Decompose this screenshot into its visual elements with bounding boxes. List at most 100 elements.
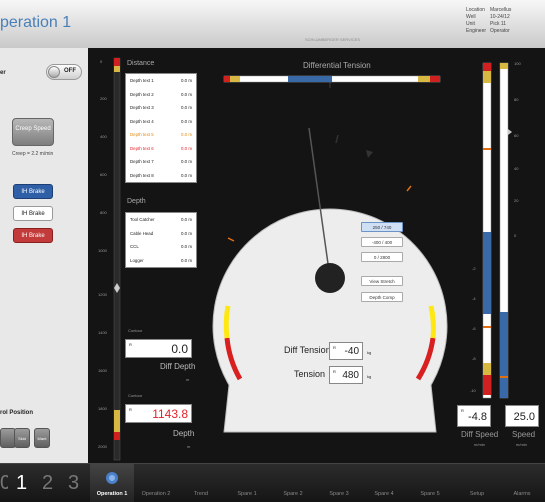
- depth-scale-tick: 400: [100, 134, 107, 139]
- diff-speed-scale-tick: -6: [472, 326, 476, 331]
- ih-brake-button-2[interactable]: IH Brake: [13, 206, 53, 221]
- speed-readout: 25.0: [505, 405, 539, 427]
- speed-bars: [482, 62, 512, 399]
- toggle-state: OFF: [64, 68, 76, 74]
- diff-speed-unit: m/min: [474, 442, 485, 447]
- header-bar: peration 1 SCHLUMBERGER SERVICES Locatio…: [0, 0, 545, 48]
- diff-tension-unit: kg: [367, 350, 372, 355]
- tab-alarms[interactable]: Alarms: [507, 491, 537, 497]
- tab-setup[interactable]: Setup: [462, 491, 492, 497]
- list-item: Depth text 3 0.0 m: [130, 105, 192, 110]
- left-control-panel: er OFF Creep Speed Creep = 2.2 m/min IH …: [0, 48, 88, 463]
- speed-scale-tick: 0: [514, 233, 517, 238]
- header-center-text: SCHLUMBERGER SERVICES: [305, 37, 361, 42]
- depth-panel: 0 200 400 600 800 1000 1200 1400 1600 18…: [88, 48, 200, 463]
- list-item-warning: Depth text 5 0.0 m: [130, 132, 192, 137]
- diff-speed-scale-tick: -8: [472, 356, 476, 361]
- tab-spare-4[interactable]: Spare 4: [369, 491, 399, 497]
- ih-brake-button-1[interactable]: IH Brake: [13, 184, 53, 199]
- tension-gauge-panel: Differential Tension 250 / 740 -400 / 40…: [200, 48, 452, 463]
- tab-spare-3[interactable]: Spare 3: [324, 491, 354, 497]
- depth-scale-tick: 1200: [98, 292, 107, 297]
- diff-depth-label: Diff Depth: [160, 362, 196, 371]
- diff-depth-unit: m: [186, 377, 190, 382]
- diff-speed-label: Diff Speed: [461, 430, 499, 439]
- distance-label: Distance: [127, 60, 155, 67]
- depth-scale-tick: 1600: [98, 368, 107, 373]
- diff-speed-readout: R -4.8: [457, 405, 491, 427]
- depth-label: Depth: [127, 198, 146, 205]
- tab-spare-1[interactable]: Spare 1: [232, 491, 262, 497]
- page-indicator-3[interactable]: 3: [68, 472, 79, 495]
- page-indicator-0[interactable]: 0: [0, 472, 8, 495]
- speed-scale-tick: 20: [514, 198, 519, 203]
- depth-scale-tick: 800: [100, 210, 107, 215]
- tab-operation-1[interactable]: Operation 1: [94, 491, 130, 497]
- list-item-alarm: Depth text 6 0.0 m: [130, 145, 192, 151]
- creep-note: Creep = 2.2 m/min: [12, 151, 54, 157]
- control-position-label: rol Position: [0, 410, 33, 416]
- page-title: peration 1: [0, 14, 72, 31]
- list-item: Depth text 1 0.0 m: [130, 78, 192, 83]
- tension-gauge: [212, 75, 448, 433]
- diff-depth-caption: Contour: [128, 328, 143, 333]
- list-item: Logger 0.0 m: [130, 257, 192, 263]
- diff-speed-value: -4.8: [468, 411, 487, 423]
- view-stretch-button[interactable]: View Stretch: [361, 276, 403, 286]
- info-engineer: Engineer Operator: [466, 28, 510, 34]
- tension-readout: R 480: [329, 366, 363, 384]
- diff-tension-readout: R -40: [329, 342, 363, 360]
- info-location: Location Marcellus: [466, 7, 512, 13]
- speed-unit: m/min: [516, 442, 527, 447]
- list-item: Depth text 4 0.0 m: [130, 118, 192, 124]
- speed-value: 25.0: [513, 411, 535, 423]
- list-item: Depth text 2 0.0 m: [130, 91, 192, 97]
- power-toggle[interactable]: OFF: [46, 64, 82, 80]
- tension-unit: kg: [367, 374, 372, 379]
- tab-operation-2[interactable]: Operation 2: [138, 491, 174, 497]
- creep-speed-button[interactable]: Creep Speed: [12, 118, 54, 146]
- speed-scale-tick: 40: [514, 166, 519, 171]
- depth-scale-tick: 0: [100, 59, 103, 64]
- depth-caption: Contour: [128, 393, 143, 398]
- depth-big-label: Depth: [173, 429, 195, 438]
- diff-speed-scale-tick: -10: [470, 388, 476, 393]
- skid-button[interactable]: Skid: [14, 428, 30, 448]
- list-item: Tool Catcher 0.0 m: [130, 217, 192, 222]
- list-item: CCL 0.0 m: [130, 244, 192, 249]
- depth-comp-button[interactable]: Depth Comp: [361, 292, 403, 302]
- page-indicator-2[interactable]: 2: [42, 472, 53, 495]
- tension-label: Tension: [294, 369, 326, 379]
- tab-spare-2[interactable]: Spare 2: [278, 491, 308, 497]
- operation-gauge-icon: [106, 472, 118, 484]
- tension-value: 480: [342, 370, 359, 381]
- depth-scale-tick: 1800: [98, 406, 107, 411]
- mant-button[interactable]: Mant: [34, 428, 50, 448]
- speed-scale-tick: 100: [514, 61, 521, 66]
- list-item: Cable Head 0.0 m: [130, 230, 192, 236]
- toggle-label: er: [0, 70, 6, 76]
- diff-speed-scale-tick: -4: [472, 296, 476, 301]
- diff-tension-label: Diff Tension: [284, 345, 331, 355]
- list-item: Depth text 7 0.0 m: [130, 159, 192, 164]
- depth-scale-tick: 2000: [98, 444, 107, 449]
- diff-depth-readout: R 0.0: [125, 339, 192, 358]
- speed-label: Speed: [512, 430, 536, 439]
- range-0-2800-button[interactable]: 0 / 2800: [361, 252, 403, 262]
- depth-scale-tick: 1000: [98, 248, 107, 253]
- tab-trend[interactable]: Trend: [186, 491, 216, 497]
- toggle-knob: [48, 66, 60, 78]
- list-item: Depth text 8 0.0 m: [130, 172, 192, 178]
- tab-spare-5[interactable]: Spare 5: [415, 491, 445, 497]
- speed-scale-tick: 80: [514, 97, 519, 102]
- depth-scale-tick: 600: [100, 172, 107, 177]
- range-400-400-button[interactable]: -400 / 400: [361, 237, 403, 247]
- depth-unit: m: [187, 444, 191, 449]
- diff-speed-scale-tick: -2: [472, 266, 476, 271]
- ih-brake-button-3[interactable]: IH Brake: [13, 228, 53, 243]
- diff-depth-value: 0.0: [171, 342, 188, 356]
- depth-value: 1143.8: [152, 407, 188, 421]
- distance-list: Depth text 1 0.0 m Depth text 2 0.0 m Dept…: [125, 73, 197, 183]
- page-indicator-1[interactable]: 1: [16, 472, 27, 495]
- range-250-740-button[interactable]: 250 / 740: [361, 222, 403, 232]
